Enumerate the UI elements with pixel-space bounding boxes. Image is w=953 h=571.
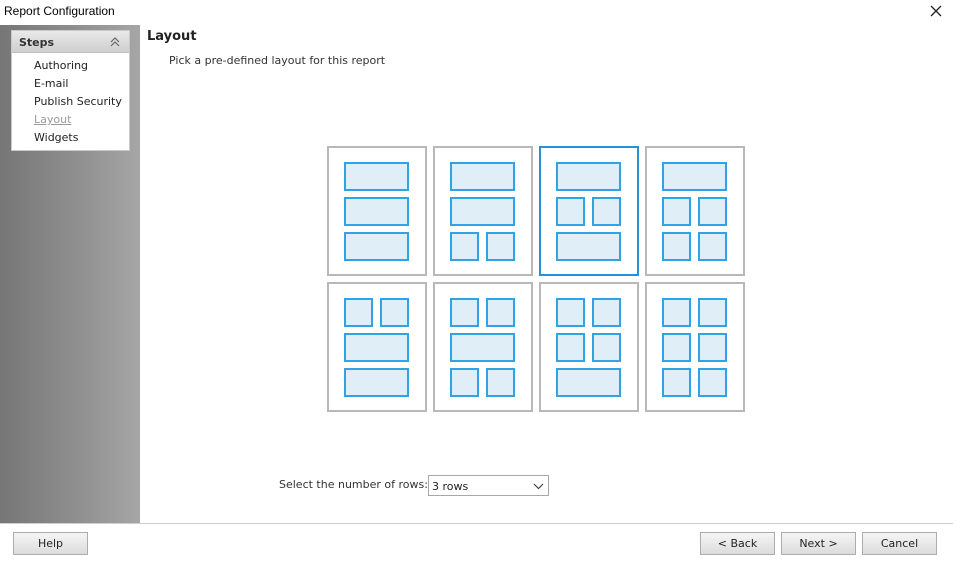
page-subtitle: Pick a pre-defined layout for this repor… [169,54,386,67]
layout-cell-half [662,368,691,397]
layout-option-3[interactable] [539,146,639,276]
layout-cell-half [556,333,585,362]
layout-cell-half [592,197,621,226]
layout-cell-half [556,298,585,327]
layout-option-7[interactable] [539,282,639,412]
layout-option-5[interactable] [327,282,427,412]
layout-cell-half [698,197,727,226]
layout-cell-half [486,368,515,397]
layout-cell-full [556,368,621,397]
layout-cell-half [592,333,621,362]
next-button[interactable]: Next > [781,532,856,555]
steps-header-label: Steps [19,36,55,49]
cancel-button[interactable]: Cancel [862,532,937,555]
layout-option-8[interactable] [645,282,745,412]
layout-cell-full [344,162,409,191]
layout-cell-half [698,232,727,261]
layout-cell-half [556,197,585,226]
sidebar: Steps Authoring E-mail Publish Security … [0,25,140,523]
layout-cell-half [380,298,409,327]
layout-cell-half [662,197,691,226]
step-item-widgets[interactable]: Widgets [12,129,129,147]
steps-header: Steps [12,31,129,53]
layout-cell-full [450,197,515,226]
window-title: Report Configuration [4,4,115,18]
layout-cell-full [662,162,727,191]
layout-cell-half [698,298,727,327]
step-item-authoring[interactable]: Authoring [12,57,129,75]
rows-select[interactable]: 3 rows [428,475,549,496]
close-icon[interactable] [927,2,945,20]
layout-option-4[interactable] [645,146,745,276]
step-item-publish-security[interactable]: Publish Security [12,93,129,111]
back-button[interactable]: < Back [700,532,775,555]
layout-cell-half [698,368,727,397]
layout-cell-full [556,162,621,191]
layout-cell-half [662,232,691,261]
step-item-email[interactable]: E-mail [12,75,129,93]
double-chevron-up-icon[interactable] [109,35,121,49]
rows-label: Select the number of rows: [279,478,428,491]
layout-cell-half [486,232,515,261]
layout-grid [327,146,745,412]
layout-cell-full [556,232,621,261]
steps-panel: Steps Authoring E-mail Publish Security … [11,30,130,151]
layout-cell-half [592,298,621,327]
layout-cell-half [450,368,479,397]
steps-list: Authoring E-mail Publish Security Layout… [12,53,129,147]
layout-cell-full [344,197,409,226]
layout-option-6[interactable] [433,282,533,412]
help-button[interactable]: Help [13,532,88,555]
chevron-down-icon [533,483,544,490]
layout-option-1[interactable] [327,146,427,276]
layout-cell-full [344,368,409,397]
page-title: Layout [147,29,197,44]
layout-cell-half [450,298,479,327]
layout-cell-half [486,298,515,327]
layout-cell-half [450,232,479,261]
layout-cell-half [344,298,373,327]
layout-option-2[interactable] [433,146,533,276]
layout-cell-full [344,232,409,261]
layout-cell-full [344,333,409,362]
layout-cell-full [450,333,515,362]
layout-cell-half [698,333,727,362]
layout-cell-full [450,162,515,191]
title-bar: Report Configuration [0,0,953,24]
step-item-layout[interactable]: Layout [12,111,129,129]
layout-cell-half [662,298,691,327]
footer-divider [0,523,953,524]
rows-select-value: 3 rows [432,480,469,493]
layout-cell-half [662,333,691,362]
